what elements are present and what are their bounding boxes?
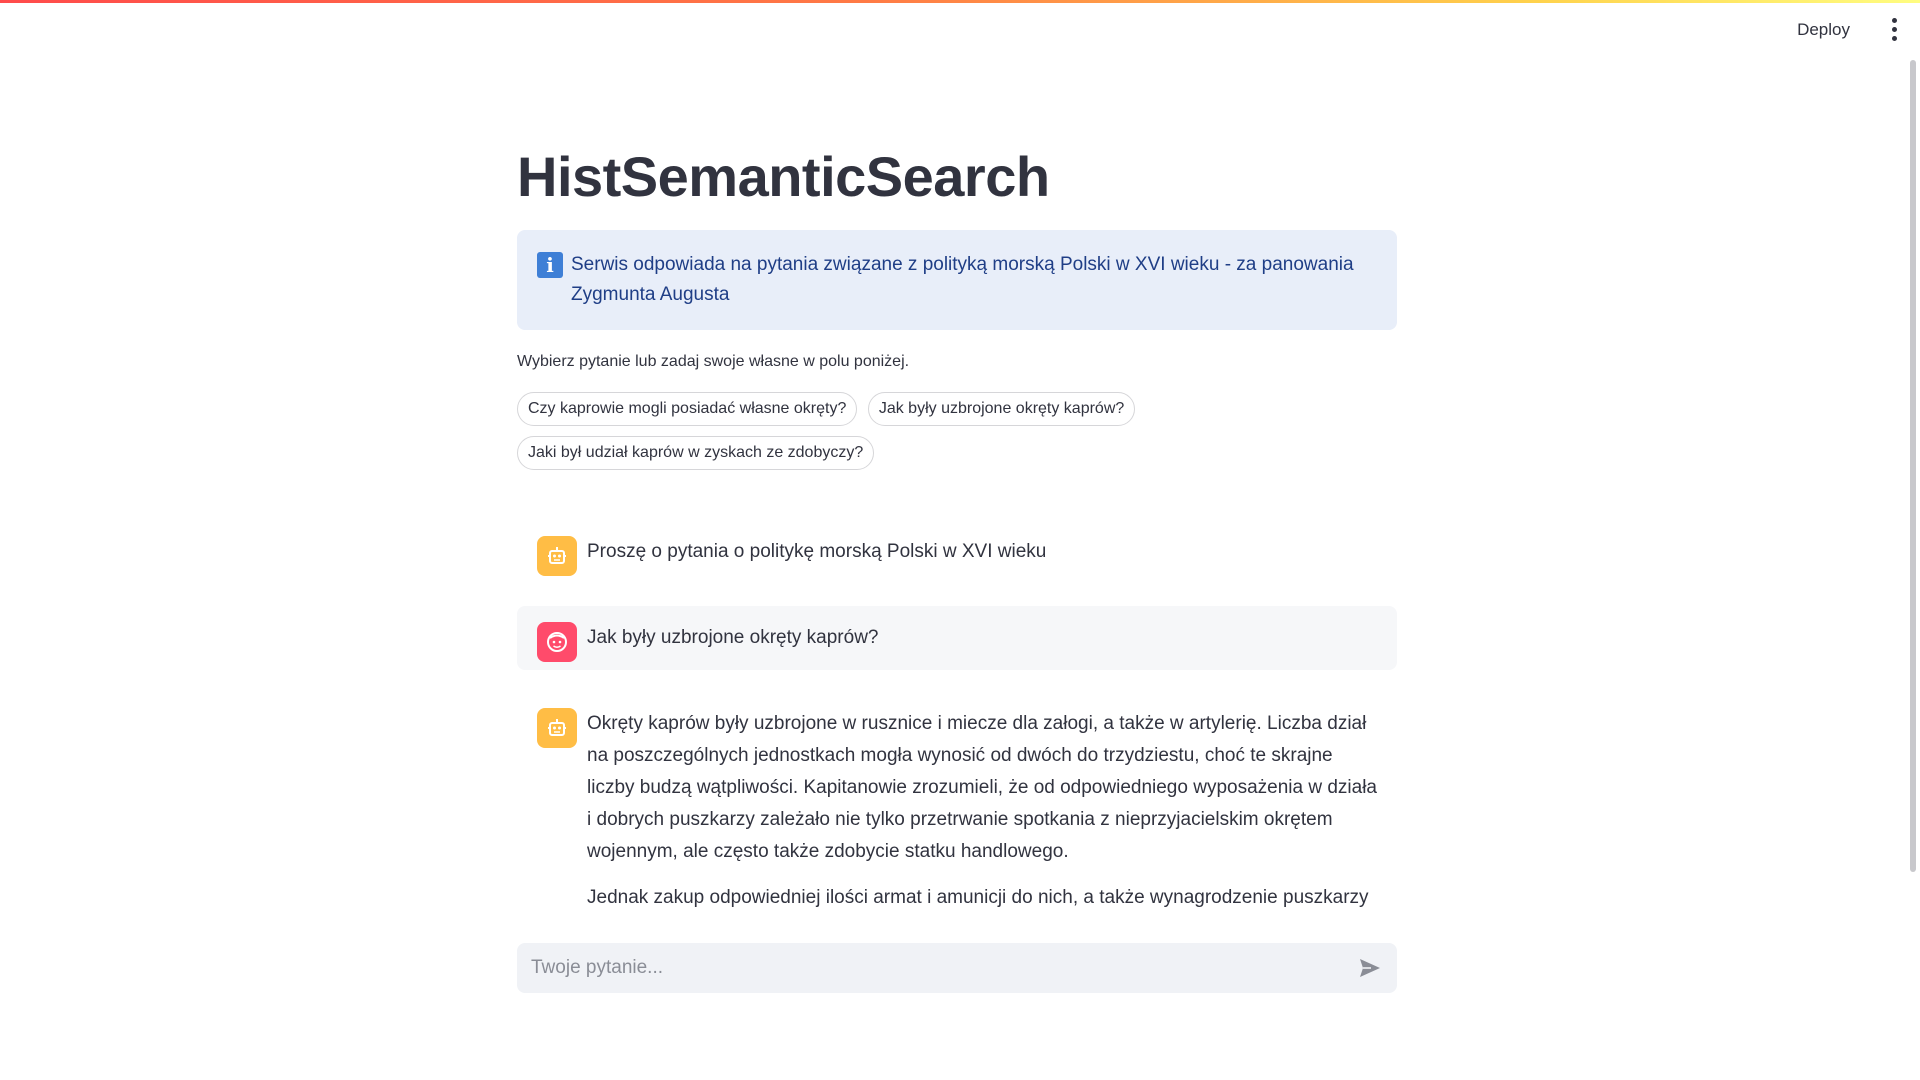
chat-message-assistant: Okręty kaprów były uzbrojone w rusznice … [517,692,1397,920]
app-header: Deploy [0,0,1920,60]
robot-icon [537,536,577,576]
chat-input[interactable] [529,956,1355,980]
deploy-button[interactable]: Deploy [1789,16,1858,44]
page-title: HistSemanticSearch [517,145,1050,208]
suggestion-pill[interactable]: Jak były uzbrojone okręty kaprów? [867,392,1136,426]
suggestion-pill[interactable]: Czy kaprowie mogli posiadać własne okręt… [517,392,858,426]
info-icon: i [537,252,563,278]
suggestion-pills: Czy kaprowie mogli posiadać własne okręt… [517,392,1397,480]
chat-message-text: Jak były uzbrojone okręty kaprów? [587,627,879,648]
chat-message-text: Proszę o pytania o politykę morską Polsk… [587,541,1047,562]
chat-message-assistant: Proszę o pytania o politykę morską Polsk… [517,520,1397,584]
chat-message-user: Jak były uzbrojone okręty kaprów? [517,606,1397,670]
info-alert-text: Serwis odpowiada na pytania związane z p… [571,254,1354,305]
chat-input-bar [517,943,1397,993]
info-alert: i Serwis odpowiada na pytania związane z… [517,230,1397,330]
page-scrollbar[interactable] [1910,60,1916,872]
suggestion-pill[interactable]: Jaki był udział kaprów w zyskach ze zdob… [517,436,875,470]
chat-paragraph: Jednak zakup odpowiedniej ilości armat i… [587,887,1369,908]
suggestions-hint: Wybierz pytanie lub zadaj swoje własne w… [517,353,910,370]
robot-icon [537,708,577,748]
chat-message-text: Okręty kaprów były uzbrojone w rusznice … [587,708,1377,914]
chat-history: Proszę o pytania o politykę morską Polsk… [517,520,1397,920]
kebab-menu-icon[interactable] [1884,18,1904,44]
chat-paragraph: Okręty kaprów były uzbrojone w rusznice … [587,713,1377,862]
send-icon[interactable] [1355,953,1385,983]
face-icon [537,622,577,662]
